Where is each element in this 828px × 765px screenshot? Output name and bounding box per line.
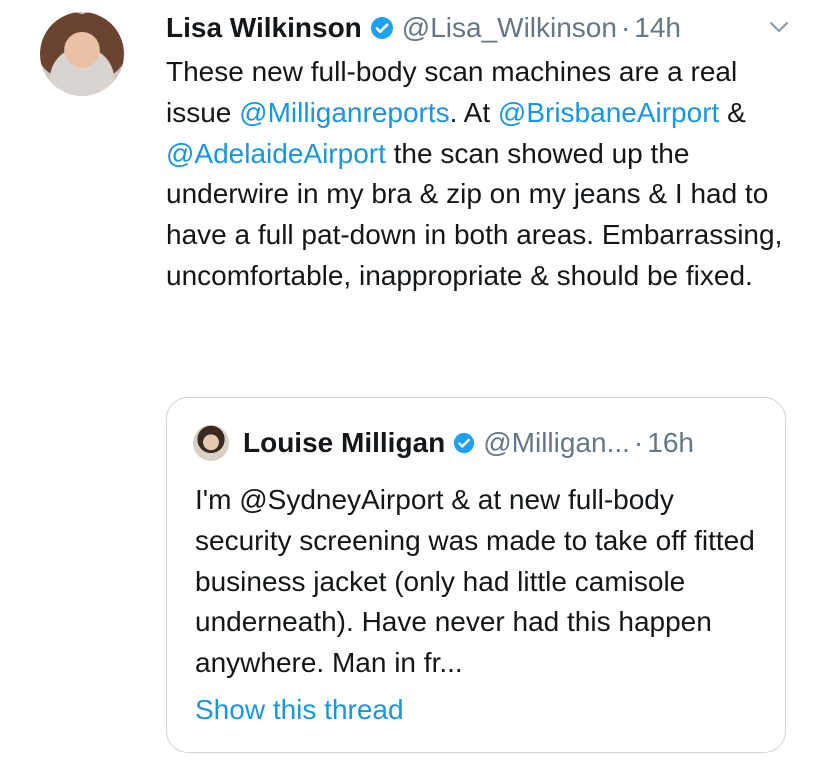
- mention-link[interactable]: @BrisbaneAirport: [498, 97, 719, 128]
- quoted-author-handle[interactable]: @Milligan...: [483, 427, 630, 459]
- author-name[interactable]: Lisa Wilkinson: [166, 12, 362, 44]
- verified-badge-icon: [370, 17, 393, 39]
- author-avatar[interactable]: [40, 12, 124, 96]
- quoted-tweet-text: I'm @SydneyAirport & at new full-body se…: [195, 484, 755, 679]
- quoted-timestamp[interactable]: 16h: [647, 427, 694, 459]
- tweet-text-part: . At: [449, 96, 498, 128]
- quoted-author-avatar[interactable]: [193, 425, 229, 461]
- quoted-author-name[interactable]: Louise Milligan: [243, 427, 445, 459]
- timestamp[interactable]: 14h: [634, 12, 681, 44]
- separator-dot: ·: [633, 427, 644, 458]
- tweet-text: These new full-body scan machines are a …: [166, 52, 806, 297]
- mention-link[interactable]: @Milliganreports: [239, 97, 450, 128]
- verified-badge-icon: [454, 432, 475, 454]
- show-thread-link[interactable]: Show this thread: [195, 694, 404, 726]
- quoted-tweet-card[interactable]: Louise Milligan @Milligan... · 16h I'm @…: [166, 397, 786, 753]
- quoted-tweet-header: Louise Milligan @Milligan... · 16h: [243, 423, 694, 463]
- separator-dot: ·: [620, 12, 631, 43]
- tweet-text-part: &: [719, 96, 746, 128]
- author-handle[interactable]: @Lisa_Wilkinson: [402, 12, 617, 44]
- chevron-down-icon[interactable]: [766, 14, 792, 40]
- mention-link[interactable]: @AdelaideAirport: [166, 138, 386, 169]
- tweet-header: Lisa Wilkinson @Lisa_Wilkinson · 14h: [166, 8, 681, 48]
